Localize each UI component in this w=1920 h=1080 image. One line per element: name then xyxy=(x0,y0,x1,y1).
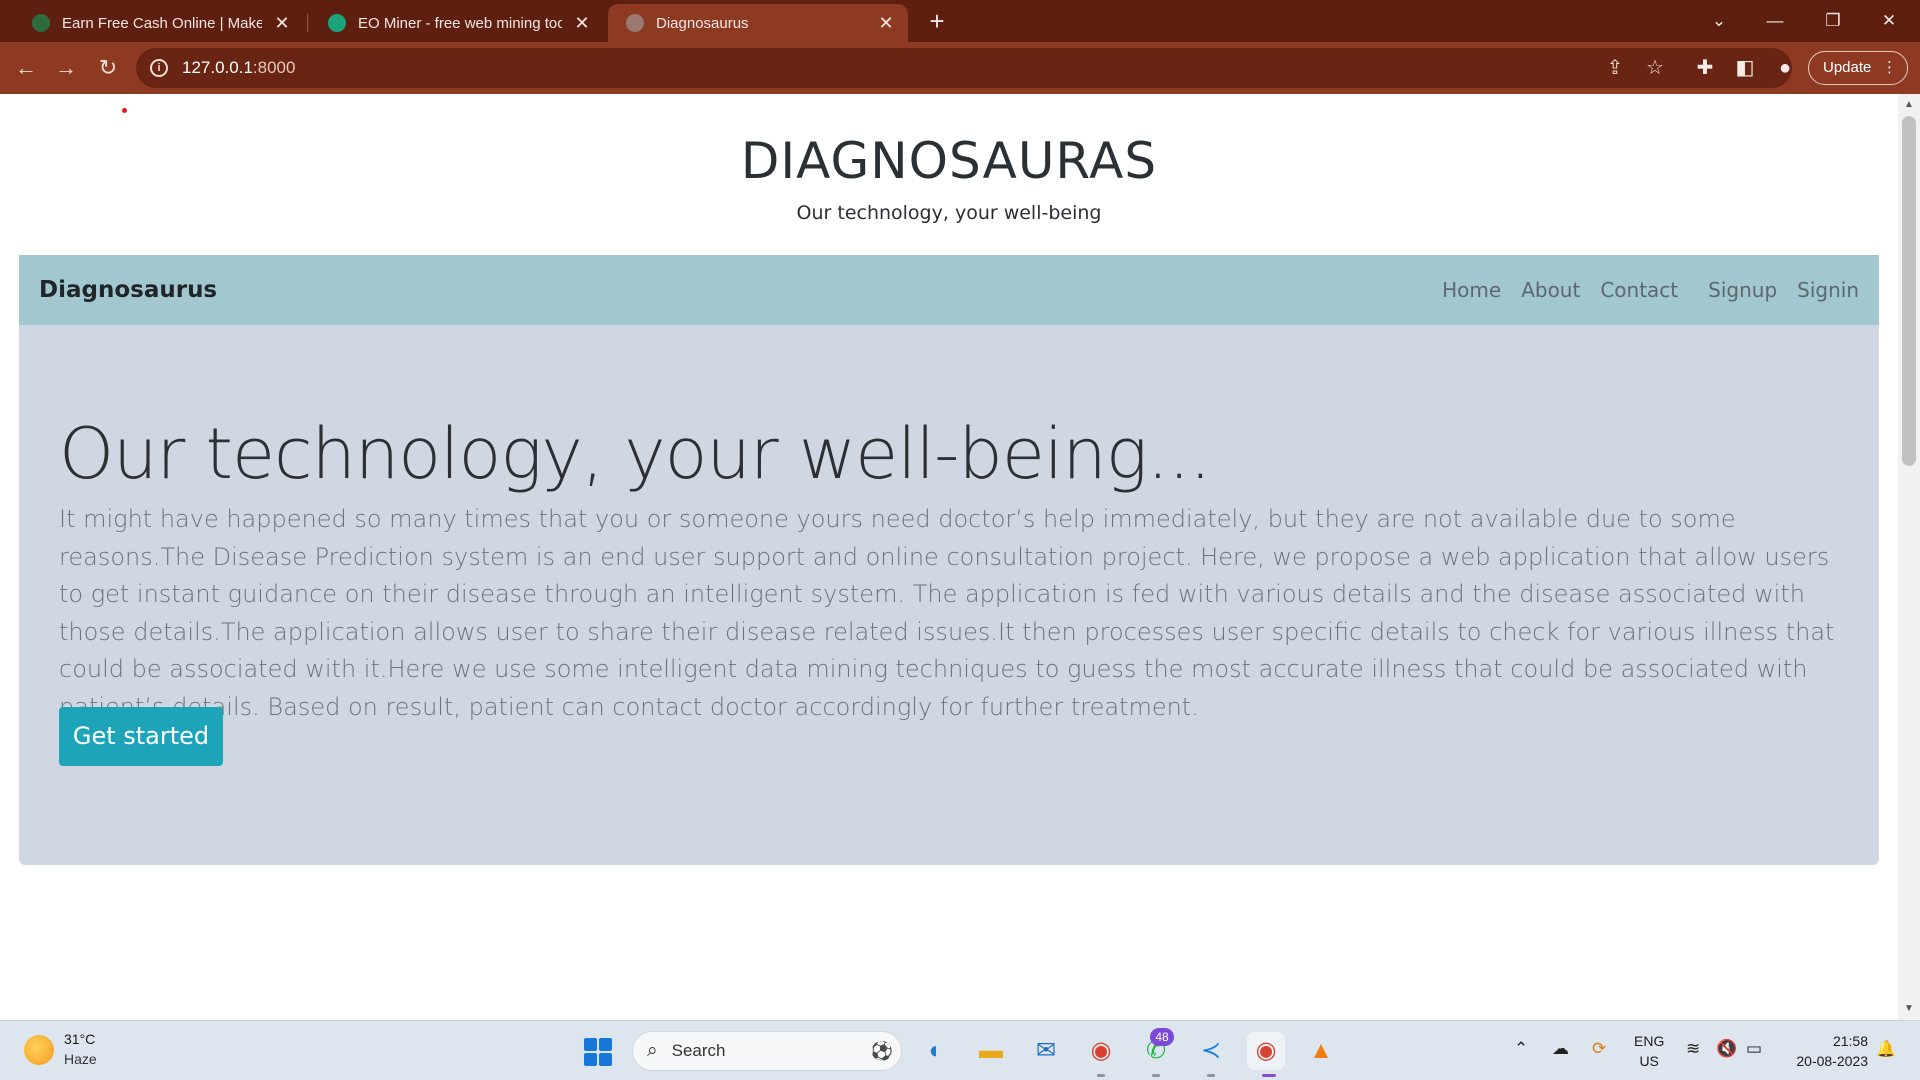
taskbar-search[interactable]: ⌕ Search ⚽ xyxy=(632,1031,902,1071)
swirl-icon xyxy=(32,14,50,32)
share-icon[interactable]: ⇪ xyxy=(1602,54,1628,82)
tab-search-button[interactable]: ⌄ xyxy=(1696,4,1742,38)
minimize-button[interactable]: — xyxy=(1752,4,1798,38)
search-highlight-icon: ⚽ xyxy=(870,1040,893,1061)
nav-signup[interactable]: Signup xyxy=(1708,278,1777,302)
speaker-muted-icon[interactable]: 🔇 xyxy=(1716,1039,1737,1059)
scroll-thumb[interactable] xyxy=(1902,116,1916,466)
search-icon: ⌕ xyxy=(647,1040,658,1061)
close-icon[interactable]: ✕ xyxy=(876,13,896,34)
profile-avatar-icon[interactable]: ● xyxy=(1770,54,1800,82)
nav-signin[interactable]: Signin xyxy=(1797,278,1859,302)
nav-contact[interactable]: Contact xyxy=(1600,278,1678,302)
reload-icon[interactable]: ↻ xyxy=(92,52,124,84)
language-indicator[interactable]: ENG US xyxy=(1634,1031,1664,1071)
nav-home[interactable]: Home xyxy=(1442,278,1501,302)
tab-diagnosaurus[interactable]: Diagnosaurus ✕ xyxy=(608,4,908,42)
close-icon[interactable]: ✕ xyxy=(272,13,292,34)
system-clock[interactable]: 21:58 20-08-2023 xyxy=(1786,1031,1868,1071)
scroll-down-arrow-icon[interactable]: ▼ xyxy=(1898,1000,1920,1018)
page-scrollbar[interactable]: ▲ ▼ xyxy=(1898,94,1920,1020)
clock-time: 21:58 xyxy=(1832,1033,1868,1049)
edge-icon[interactable]: ◐ xyxy=(917,1032,955,1070)
chrome-profile-icon[interactable]: ◉ xyxy=(1247,1032,1285,1070)
nav-links: Home About Contact Signup Signin xyxy=(1422,278,1859,302)
weather-haze-icon[interactable] xyxy=(24,1035,54,1065)
site-subtitle: Our technology, your well-being xyxy=(796,202,1102,224)
browser-tab-strip: Earn Free Cash Online | Make Ext ✕ EO Mi… xyxy=(0,0,1920,42)
new-tab-button[interactable]: + xyxy=(922,6,952,36)
weather-temperature[interactable]: 31°C xyxy=(64,1031,95,1047)
tab-separator xyxy=(307,14,308,32)
bookmark-star-icon[interactable]: ☆ xyxy=(1642,54,1668,82)
hero-heading: Our technology, your well-being... xyxy=(59,413,1211,495)
wifi-icon[interactable]: ≋ xyxy=(1686,1039,1700,1059)
site-title: DIAGNOSAURAS xyxy=(740,132,1158,190)
url-port: :8000 xyxy=(252,58,296,77)
active-indicator xyxy=(1262,1074,1276,1077)
windows-taskbar: 31°C Haze ⌕ Search ⚽ ◐ ▬ ✉ ◉ ✆ 48 ≺ ◉ ▲ … xyxy=(0,1020,1920,1080)
notification-badge: 48 xyxy=(1150,1028,1174,1046)
clock-date: 20-08-2023 xyxy=(1796,1053,1868,1069)
side-panel-icon[interactable]: ◧ xyxy=(1730,54,1760,82)
restore-button[interactable]: ❐ xyxy=(1810,4,1856,38)
browser-toolbar: ← → ↻ i 127.0.0.1:8000 ⇪ ☆ ✚ ◧ ● Update … xyxy=(0,42,1920,94)
tab-title: EO Miner - free web mining tool xyxy=(358,14,562,32)
language-code: ENG xyxy=(1634,1033,1665,1049)
nav-about[interactable]: About xyxy=(1521,278,1580,302)
file-explorer-icon[interactable]: ▬ xyxy=(972,1032,1010,1070)
back-arrow-icon[interactable]: ← xyxy=(10,52,42,84)
globe-icon xyxy=(626,14,644,32)
tab-title: Diagnosaurus xyxy=(656,14,749,32)
hero-description: It might have happened so many times tha… xyxy=(59,505,1835,721)
vscode-icon[interactable]: ≺ xyxy=(1192,1032,1230,1070)
address-bar[interactable]: i 127.0.0.1:8000 xyxy=(136,48,1792,88)
hero-jumbotron: Our technology, your well-being... It mi… xyxy=(19,325,1879,865)
navbar-brand[interactable]: Diagnosaurus xyxy=(39,277,217,303)
close-icon[interactable]: ✕ xyxy=(572,13,592,34)
sync-icon[interactable]: ⟳ xyxy=(1592,1039,1606,1059)
onedrive-cloud-icon[interactable]: ☁ xyxy=(1552,1039,1569,1059)
battery-icon[interactable]: ▭ xyxy=(1746,1039,1762,1059)
running-indicator xyxy=(1152,1074,1160,1077)
tab-eo-miner[interactable]: EO Miner - free web mining tool ✕ xyxy=(310,4,604,42)
notification-bell-icon[interactable]: 🔔 xyxy=(1876,1039,1896,1059)
get-started-button[interactable]: Get started xyxy=(59,707,223,766)
windows-start-icon[interactable] xyxy=(584,1038,612,1066)
url-host: 127.0.0.1 xyxy=(182,58,253,77)
close-window-button[interactable]: ✕ xyxy=(1866,4,1912,38)
vlc-cone-icon[interactable]: ▲ xyxy=(1302,1032,1340,1070)
update-button[interactable]: Update ⋮ xyxy=(1808,51,1908,85)
kebab-menu-icon[interactable]: ⋮ xyxy=(1882,52,1897,84)
search-placeholder: Search xyxy=(671,1041,726,1060)
running-indicator xyxy=(1207,1074,1215,1077)
forward-arrow-icon[interactable]: → xyxy=(50,52,82,84)
site-navbar: Diagnosaurus Home About Contact Signup S… xyxy=(19,255,1879,325)
page-viewport: DIAGNOSAURAS Our technology, your well-b… xyxy=(0,94,1898,1020)
chrome-icon[interactable]: ◉ xyxy=(1082,1032,1120,1070)
weather-condition[interactable]: Haze xyxy=(64,1051,97,1067)
scroll-up-arrow-icon[interactable]: ▲ xyxy=(1898,96,1920,114)
running-indicator xyxy=(1097,1074,1105,1077)
chevron-up-icon[interactable]: ⌃ xyxy=(1514,1039,1528,1059)
tab-earn-free-cash[interactable]: Earn Free Cash Online | Make Ext ✕ xyxy=(14,4,304,42)
extensions-puzzle-icon[interactable]: ✚ xyxy=(1690,54,1720,82)
red-dot-marker xyxy=(122,108,127,113)
keyboard-region: US xyxy=(1639,1053,1659,1069)
update-label: Update xyxy=(1823,59,1872,76)
eo-miner-icon xyxy=(328,14,346,32)
tab-title: Earn Free Cash Online | Make Ext xyxy=(62,14,262,32)
info-icon[interactable]: i xyxy=(150,59,168,77)
mail-icon[interactable]: ✉ xyxy=(1027,1032,1065,1070)
